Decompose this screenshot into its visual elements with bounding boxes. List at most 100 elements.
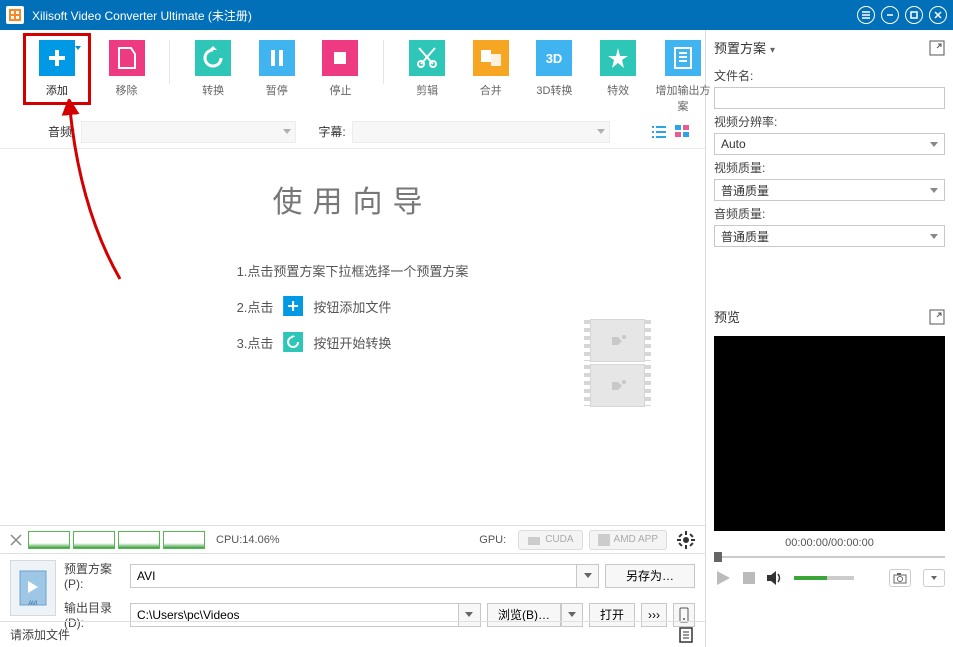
status-bar: 请添加文件 — [0, 621, 705, 647]
clip-label: 剪辑 — [416, 82, 438, 98]
preset-dropdown[interactable] — [577, 564, 599, 588]
maximize-button[interactable] — [905, 6, 923, 24]
convert-button[interactable]: 转换 — [192, 40, 234, 98]
seek-slider[interactable] — [714, 553, 945, 561]
threed-button[interactable]: 3D 3D转换 — [534, 40, 576, 98]
preset-thumb-icon: AVI — [10, 560, 56, 616]
stop-label: 停止 — [329, 82, 351, 98]
remove-icon — [109, 40, 145, 76]
annotation-arrow — [60, 99, 130, 289]
add-label: 添加 — [46, 82, 68, 98]
volume-slider[interactable] — [794, 576, 854, 580]
refresh-icon — [283, 332, 303, 352]
add-profile-icon — [665, 40, 701, 76]
preset-input[interactable]: AVI — [130, 564, 577, 588]
stop-icon — [322, 40, 358, 76]
close-button[interactable] — [929, 6, 947, 24]
gear-icon[interactable] — [677, 531, 695, 549]
cpu-text: CPU:14.06% — [216, 534, 280, 546]
app-logo — [6, 6, 24, 24]
resolution-select[interactable]: Auto — [714, 133, 945, 155]
add-profile-button[interactable]: 增加输出方案 — [661, 40, 705, 114]
toolbar-divider — [169, 40, 170, 84]
wizard-step3: 3.点击 按钮开始转换 — [237, 332, 469, 352]
wizard-title: 使用向导 — [237, 177, 469, 221]
main-panel: 添加 移除 转换 暂停 停止 剪辑 — [0, 30, 706, 647]
profile-bar: AVI 预置方案(P): AVI 另存为… 输出目录 (D): C:\Users… — [0, 553, 705, 621]
cpu-core-graph — [163, 531, 205, 549]
preview-display — [714, 336, 945, 531]
stop-button[interactable]: 停止 — [320, 40, 362, 98]
subtitle-select[interactable] — [352, 121, 610, 143]
snapshot-button[interactable] — [889, 569, 911, 587]
expand-icon[interactable] — [929, 40, 945, 56]
gpu-label: GPU: — [479, 534, 506, 546]
preview-panel-header: 预览 — [714, 307, 945, 326]
merge-label: 合并 — [480, 82, 502, 98]
video-quality-label: 视频质量: — [714, 159, 945, 176]
stop-preview-button[interactable] — [742, 571, 756, 585]
amd-button[interactable]: AMD APP — [589, 530, 667, 550]
close-cpu-icon[interactable] — [10, 534, 22, 546]
chevron-down-icon — [75, 46, 81, 50]
remove-label: 移除 — [116, 82, 138, 98]
merge-icon — [473, 40, 509, 76]
wizard-step2: 2.点击 按钮添加文件 — [237, 296, 469, 316]
effect-label: 特效 — [607, 82, 629, 98]
play-button[interactable] — [714, 569, 732, 587]
volume-icon[interactable] — [766, 571, 784, 585]
resolution-label: 视频分辨率: — [714, 113, 945, 130]
wizard: 使用向导 1.点击预置方案下拉框选择一个预置方案 2.点击 按钮添加文件 3.点… — [237, 177, 469, 368]
audio-quality-select[interactable]: 普通质量 — [714, 225, 945, 247]
add-icon — [39, 40, 75, 76]
cpu-bar: CPU:14.06% GPU: CUDA AMD APP — [0, 525, 705, 553]
list-view-button[interactable] — [649, 123, 669, 141]
status-text: 请添加文件 — [10, 626, 70, 643]
cpu-core-graph — [28, 531, 70, 549]
effect-icon — [600, 40, 636, 76]
svg-text:3D: 3D — [546, 51, 563, 66]
play-controls — [714, 569, 945, 587]
convert-icon — [195, 40, 231, 76]
svg-text:AVI: AVI — [28, 601, 38, 607]
add-button[interactable]: 添加 — [30, 40, 84, 98]
thumb-view-button[interactable] — [673, 123, 693, 141]
report-icon[interactable] — [677, 626, 695, 644]
time-display: 00:00:00 / 00:00:00 — [714, 537, 945, 549]
subtitle-label: 字幕: — [318, 123, 345, 140]
toolbar-divider — [383, 40, 384, 84]
threed-icon: 3D — [536, 40, 572, 76]
filename-label: 文件名: — [714, 67, 945, 84]
minimize-button[interactable] — [881, 6, 899, 24]
wizard-step1: 1.点击预置方案下拉框选择一个预置方案 — [237, 261, 469, 280]
snapshot-dropdown[interactable] — [923, 569, 945, 587]
scissors-icon — [409, 40, 445, 76]
cuda-button[interactable]: CUDA — [518, 530, 582, 550]
audio-quality-label: 音频质量: — [714, 205, 945, 222]
cpu-core-graph — [118, 531, 160, 549]
filename-input[interactable] — [714, 87, 945, 109]
pause-label: 暂停 — [266, 82, 288, 98]
clip-button[interactable]: 剪辑 — [406, 40, 448, 98]
cpu-core-graph — [73, 531, 115, 549]
filmstrip-placeholder — [590, 319, 645, 409]
merge-button[interactable]: 合并 — [470, 40, 512, 98]
add-profile-label: 增加输出方案 — [653, 82, 713, 114]
window-title: Xilisoft Video Converter Ultimate (未注册) — [32, 7, 851, 24]
pause-icon — [259, 40, 295, 76]
threed-label: 3D转换 — [536, 82, 572, 98]
video-quality-select[interactable]: 普通质量 — [714, 179, 945, 201]
plus-icon — [283, 296, 303, 316]
pause-button[interactable]: 暂停 — [256, 40, 298, 98]
menu-button[interactable] — [857, 6, 875, 24]
titlebar: Xilisoft Video Converter Ultimate (未注册) — [0, 0, 953, 30]
effect-button[interactable]: 特效 — [597, 40, 639, 98]
saveas-button[interactable]: 另存为… — [605, 564, 695, 588]
preset-label: 预置方案(P): — [64, 560, 130, 591]
expand-icon[interactable] — [929, 309, 945, 325]
convert-label: 转换 — [202, 82, 224, 98]
preset-panel-header: 预置方案▾ — [714, 38, 945, 57]
remove-button[interactable]: 移除 — [106, 40, 148, 98]
file-list-canvas: 使用向导 1.点击预置方案下拉框选择一个预置方案 2.点击 按钮添加文件 3.点… — [0, 149, 705, 525]
right-panel: 预置方案▾ 文件名: 视频分辨率: Auto 视频质量: 普通质量 音频质量: … — [706, 30, 953, 647]
